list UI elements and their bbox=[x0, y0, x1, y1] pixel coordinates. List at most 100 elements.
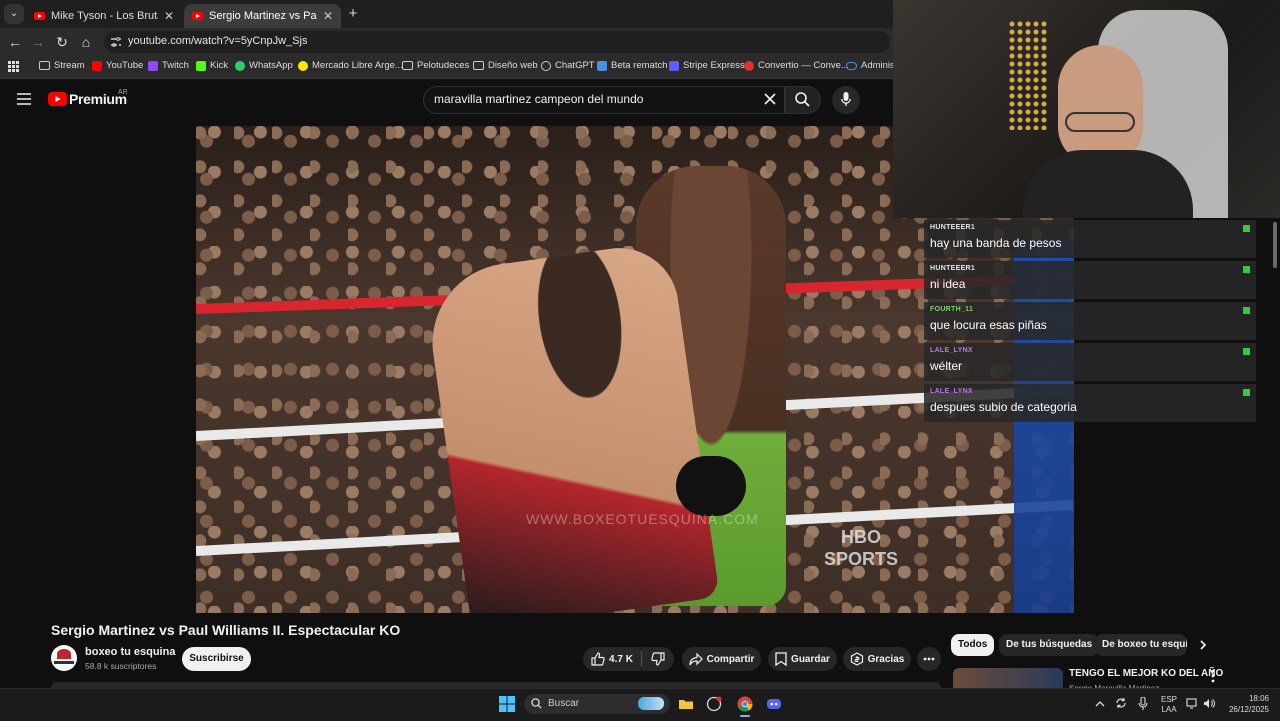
chat-message: FOURTH_11 que locura esas piñas bbox=[924, 302, 1256, 340]
bookmark-label: Mercado Libre Arge... bbox=[312, 60, 403, 71]
webcam-overlay bbox=[893, 0, 1280, 218]
search-icon[interactable] bbox=[795, 92, 810, 107]
sync-icon[interactable] bbox=[1115, 697, 1127, 709]
dislike-button[interactable] bbox=[642, 647, 674, 671]
share-button[interactable]: Compartir bbox=[682, 647, 761, 671]
language-code: ESP bbox=[1161, 695, 1178, 704]
folder-icon bbox=[402, 61, 413, 70]
site-info-icon[interactable] bbox=[110, 36, 122, 48]
bookmark-diseno-web[interactable]: Diseño web bbox=[473, 60, 538, 71]
chat-message: LALE_LYNX despues subio de categoria bbox=[924, 384, 1256, 422]
bookmark-beta-rematch[interactable]: Beta rematch bbox=[597, 60, 668, 71]
forward-arrow-icon[interactable]: → bbox=[29, 33, 47, 51]
chat-username: LALE_LYNX bbox=[930, 388, 973, 395]
whatsapp-icon bbox=[235, 60, 245, 71]
tab-search-chevron-icon[interactable]: ⌄ bbox=[4, 4, 24, 24]
volume-icon[interactable] bbox=[1203, 698, 1215, 709]
chip-todos[interactable]: Todos bbox=[951, 634, 995, 656]
chat-text: despues subio de categoria bbox=[930, 400, 1077, 414]
recommendation-title[interactable]: TENGO EL MEJOR KO DEL AÑO bbox=[1069, 668, 1223, 679]
more-horizontal-icon bbox=[923, 657, 935, 661]
tab-mike-tyson[interactable]: Mike Tyson - Los Brutales Noca ✕ bbox=[26, 4, 182, 28]
new-tab-plus-icon[interactable]: + bbox=[344, 5, 362, 23]
bookmark-label: Twitch bbox=[162, 60, 189, 71]
bookmark-whatsapp[interactable]: WhatsApp bbox=[235, 60, 293, 71]
tab-strip: ⌄ Mike Tyson - Los Brutales Noca ✕ Sergi… bbox=[0, 0, 893, 28]
kick-icon bbox=[196, 60, 206, 71]
youtube-icon bbox=[34, 12, 45, 20]
tab-title: Sergio Martinez vs Paul William bbox=[209, 10, 317, 22]
bookmark-label: WhatsApp bbox=[249, 60, 293, 71]
close-icon[interactable]: ✕ bbox=[323, 9, 333, 23]
like-count: 4.7 K bbox=[609, 653, 633, 665]
clear-search-icon[interactable] bbox=[764, 93, 776, 105]
bookmark-kick[interactable]: Kick bbox=[196, 60, 228, 71]
like-button[interactable]: 4.7 K bbox=[583, 647, 641, 671]
page-scrollbar[interactable] bbox=[1270, 218, 1280, 688]
bookmark-convertio[interactable]: Convertio — Conve... bbox=[744, 60, 849, 71]
bookmark-youtube[interactable]: YouTube bbox=[92, 60, 143, 71]
chat-badge-icon bbox=[1243, 389, 1250, 396]
chip-de-tus-busquedas[interactable]: De tus búsquedas bbox=[999, 634, 1100, 656]
network-icon[interactable] bbox=[1186, 698, 1199, 709]
chrome-icon[interactable] bbox=[737, 696, 753, 712]
hamburger-menu-icon[interactable] bbox=[17, 93, 31, 105]
chat-badge-icon bbox=[1243, 266, 1250, 273]
chat-text: que locura esas piñas bbox=[930, 318, 1047, 332]
chevron-up-icon[interactable] bbox=[1095, 699, 1105, 709]
tab-sergio-martinez[interactable]: Sergio Martinez vs Paul William ✕ bbox=[184, 4, 341, 28]
bookmark-mercado-libre[interactable]: Mercado Libre Arge... bbox=[298, 60, 403, 71]
thumbs-down-icon bbox=[651, 652, 665, 666]
bookmark-chatgpt[interactable]: ChatGPT bbox=[541, 60, 595, 71]
bookmark-stream[interactable]: Stream bbox=[39, 60, 85, 71]
channel-name[interactable]: boxeo tu esquina bbox=[85, 646, 175, 658]
chevron-right-icon[interactable] bbox=[1196, 638, 1210, 652]
back-arrow-icon[interactable]: ← bbox=[6, 33, 24, 51]
apps-grid-icon[interactable] bbox=[8, 61, 19, 72]
home-icon[interactable]: ⌂ bbox=[77, 33, 95, 51]
system-clock[interactable]: 18:06 26/12/2025 bbox=[1225, 693, 1269, 715]
bookmark-stripe-express[interactable]: Stripe Express bbox=[669, 60, 745, 71]
thumbs-up-icon bbox=[591, 652, 605, 666]
keyboard-layout: LAA bbox=[1161, 705, 1177, 714]
language-indicator[interactable]: ESP LAA bbox=[1161, 695, 1177, 715]
more-vertical-icon[interactable] bbox=[1210, 669, 1216, 683]
chat-badge-icon bbox=[1243, 307, 1250, 314]
folder-icon bbox=[473, 61, 484, 70]
clock-date: 26/12/2025 bbox=[1228, 705, 1269, 714]
subscribe-button[interactable]: Suscribirse bbox=[182, 647, 251, 671]
thanks-button[interactable]: Gracias bbox=[843, 647, 911, 671]
active-app-indicator bbox=[740, 715, 750, 717]
file-explorer-icon[interactable] bbox=[678, 696, 694, 712]
save-label: Guardar bbox=[791, 653, 830, 665]
bookmark-pelotudeces[interactable]: Pelotudeces bbox=[402, 60, 469, 71]
twitch-icon bbox=[148, 60, 158, 71]
youtube-logo-icon[interactable] bbox=[48, 92, 67, 106]
bookmark-twitch[interactable]: Twitch bbox=[148, 60, 189, 71]
more-actions-button[interactable] bbox=[917, 647, 941, 671]
scrollbar-thumb[interactable] bbox=[1273, 222, 1277, 268]
channel-logo-bar bbox=[54, 661, 74, 664]
close-icon[interactable]: ✕ bbox=[164, 9, 174, 23]
share-label: Compartir bbox=[706, 653, 755, 665]
bookmark-label: Stream bbox=[54, 60, 85, 71]
bookmark-administ[interactable]: Administ bbox=[846, 60, 897, 71]
mercado-libre-icon bbox=[298, 60, 308, 71]
meta-icon bbox=[846, 61, 857, 70]
channel-avatar[interactable] bbox=[51, 645, 77, 671]
clock-time: 18:06 bbox=[1248, 694, 1269, 703]
recommendation-thumbnail[interactable] bbox=[953, 668, 1063, 688]
app-icon[interactable] bbox=[706, 696, 722, 712]
microphone-icon[interactable] bbox=[1138, 697, 1148, 710]
video-watermark: WWW.BOXEOTUESQUINA.COM bbox=[526, 511, 759, 527]
document-icon bbox=[597, 60, 607, 71]
save-button[interactable]: Guardar bbox=[768, 647, 837, 671]
windows-start-icon[interactable] bbox=[499, 696, 515, 712]
discord-icon[interactable] bbox=[766, 696, 782, 712]
bookmark-label: Kick bbox=[210, 60, 228, 71]
bookmark-label: Stripe Express bbox=[683, 60, 745, 71]
reload-icon[interactable]: ↻ bbox=[53, 33, 71, 51]
search-icon bbox=[531, 698, 542, 709]
chip-de-boxeo-tu-esquina[interactable]: De boxeo tu esquina bbox=[1095, 634, 1187, 656]
taskbar-search-placeholder: Buscar bbox=[548, 698, 580, 709]
